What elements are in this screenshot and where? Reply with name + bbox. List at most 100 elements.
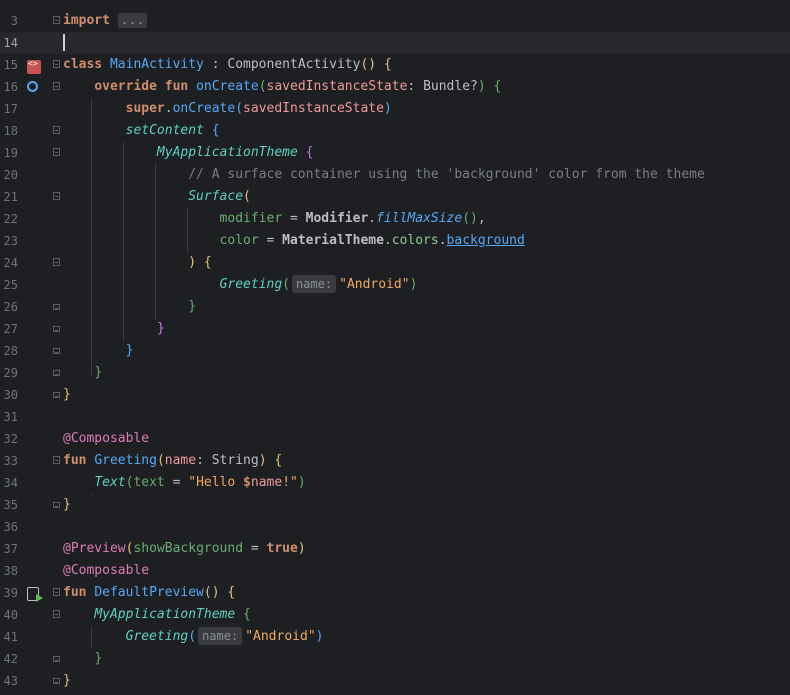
code-line[interactable]: 15 class MainActivity : ComponentActivit…	[0, 54, 790, 76]
code-line[interactable]: 37 @Preview(showBackground = true)	[0, 538, 790, 560]
line-number: 27	[3, 322, 18, 336]
line-number: 17	[3, 102, 18, 116]
type-name: ComponentActivity	[227, 57, 361, 72]
fold-toggle-icon[interactable]	[53, 82, 60, 90]
line-number: 35	[3, 498, 18, 512]
line-number: 19	[3, 146, 18, 160]
line-number: 41	[3, 630, 18, 644]
code-line[interactable]: 43 }	[0, 670, 790, 692]
code-line[interactable]: 41 Greeting(name: "Android")	[0, 626, 790, 648]
code-line[interactable]: 34 Text(text = "Hello $name!")	[0, 472, 790, 494]
fold-toggle-icon[interactable]	[53, 60, 60, 68]
annotation: @Preview	[63, 541, 126, 556]
code-line[interactable]: 25 Greeting(name: "Android")	[0, 274, 790, 296]
fold-toggle-icon[interactable]	[53, 370, 60, 376]
line-number: 22	[3, 212, 18, 226]
code-line[interactable]: 35 }	[0, 494, 790, 516]
code-line[interactable]: 22 modifier = Modifier.fillMaxSize(),	[0, 208, 790, 230]
line-number: 25	[3, 278, 18, 292]
composable-call: Greeting	[125, 629, 189, 644]
code-line[interactable]: 30 }	[0, 384, 790, 406]
code-line[interactable]: 32 @Composable	[0, 428, 790, 450]
function-name: onCreate	[196, 79, 259, 94]
code-line-current[interactable]: 14	[0, 32, 790, 54]
property-link[interactable]: background	[447, 233, 525, 248]
code-line[interactable]: 17 super.onCreate(savedInstanceState)	[0, 98, 790, 120]
code-line[interactable]: 39 fun DefaultPreview() {	[0, 582, 790, 604]
fold-toggle-icon[interactable]	[53, 678, 60, 684]
fold-toggle-icon[interactable]	[53, 326, 60, 332]
fold-toggle-icon[interactable]	[53, 126, 60, 134]
code-line[interactable]: 33 fun Greeting(name: String) {	[0, 450, 790, 472]
type-name: MaterialTheme	[282, 233, 384, 248]
parameter-hint: name:	[292, 275, 337, 293]
fold-toggle-icon[interactable]	[53, 588, 60, 596]
class-name: MainActivity	[109, 57, 204, 72]
code-line[interactable]: 36	[0, 516, 790, 538]
code-line[interactable]: 31	[0, 406, 790, 428]
code-line[interactable]: 21 Surface(	[0, 186, 790, 208]
composable-call: Surface	[188, 189, 244, 204]
line-number: 37	[3, 542, 18, 556]
keyword: import	[63, 13, 110, 28]
line-number: 28	[3, 344, 18, 358]
fold-toggle-icon[interactable]	[53, 610, 60, 618]
code-comment: // A surface container using the 'backgr…	[188, 167, 705, 182]
line-number: 33	[3, 454, 18, 468]
code-editor[interactable]: 3 import ... 14 15 class MainActivity : …	[0, 0, 790, 695]
fold-toggle-icon[interactable]	[53, 304, 60, 310]
code-line[interactable]: 40 MyApplicationTheme {	[0, 604, 790, 626]
annotation: @Composable	[63, 431, 150, 446]
punctuation: :	[203, 57, 228, 72]
fold-toggle-icon[interactable]	[53, 148, 60, 156]
code-line[interactable]: 18 setContent {	[0, 120, 790, 142]
keyword: override fun	[94, 79, 189, 94]
folded-imports[interactable]: ...	[117, 13, 148, 28]
keyword: super	[125, 101, 165, 116]
line-number: 31	[3, 410, 18, 424]
fold-toggle-icon[interactable]	[53, 192, 60, 200]
line-number: 16	[3, 80, 18, 94]
code-line[interactable]: 38 @Composable	[0, 560, 790, 582]
annotation: @Composable	[63, 563, 150, 578]
line-number: 18	[3, 124, 18, 138]
fold-toggle-icon[interactable]	[53, 16, 60, 24]
keyword: fun	[63, 453, 87, 468]
fold-toggle-icon[interactable]	[53, 258, 60, 266]
code-line[interactable]: 19 MyApplicationTheme {	[0, 142, 790, 164]
line-number: 34	[3, 476, 18, 490]
named-argument: color	[219, 233, 259, 248]
fold-toggle-icon[interactable]	[53, 456, 60, 464]
fold-toggle-icon[interactable]	[53, 392, 60, 398]
string-literal: "Android"	[339, 277, 410, 292]
code-line[interactable]: 23 color = MaterialTheme.colors.backgrou…	[0, 230, 790, 252]
line-number: 26	[3, 300, 18, 314]
fold-toggle-icon[interactable]	[53, 502, 60, 508]
line-number: 43	[3, 674, 18, 688]
code-line[interactable]: 28 }	[0, 340, 790, 362]
line-number: 30	[3, 388, 18, 402]
fold-toggle-icon[interactable]	[53, 656, 60, 662]
type-name: Bundle?	[423, 79, 478, 94]
code-line[interactable]: 42 }	[0, 648, 790, 670]
line-number: 42	[3, 652, 18, 666]
code-line[interactable]: 24 ) {	[0, 252, 790, 274]
code-line[interactable]: 16 override fun onCreate(savedInstanceSt…	[0, 76, 790, 98]
code-line[interactable]: 27 }	[0, 318, 790, 340]
line-number: 3	[10, 14, 18, 28]
line-number: 29	[3, 366, 18, 380]
function-name: DefaultPreview	[94, 585, 204, 600]
code-line[interactable]: 20 // A surface container using the 'bac…	[0, 164, 790, 186]
code-line[interactable]: 29 }	[0, 362, 790, 384]
composable-call: Text	[94, 475, 126, 490]
template-variable: name	[250, 475, 283, 490]
named-argument: showBackground	[133, 541, 244, 556]
code-line[interactable]: 3 import ...	[0, 10, 790, 32]
boolean-literal: true	[266, 541, 298, 556]
parameter: savedInstanceState	[266, 79, 408, 94]
line-number: 40	[3, 608, 18, 622]
code-line[interactable]: 26 }	[0, 296, 790, 318]
function-name: Greeting	[94, 453, 157, 468]
keyword: fun	[63, 585, 87, 600]
fold-toggle-icon[interactable]	[53, 348, 60, 354]
